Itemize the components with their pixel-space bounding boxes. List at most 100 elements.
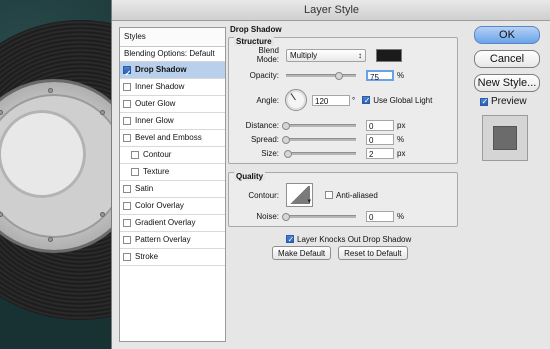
opacity-slider-thumb[interactable] bbox=[334, 71, 343, 80]
size-input[interactable]: 2 bbox=[366, 147, 394, 159]
hub-core bbox=[0, 110, 86, 198]
sidebar-item-checkbox[interactable] bbox=[123, 134, 131, 142]
layer-knocks-out-label: Layer Knocks Out Drop Shadow bbox=[297, 234, 412, 244]
sidebar-item-label: Color Overlay bbox=[135, 201, 184, 210]
hub-bolt bbox=[100, 110, 105, 115]
distance-slider[interactable] bbox=[282, 121, 356, 130]
blend-mode-value: Multiply bbox=[290, 50, 318, 60]
spread-slider[interactable] bbox=[282, 135, 356, 144]
use-global-light[interactable]: Use Global Light bbox=[362, 96, 432, 105]
sidebar-item-checkbox[interactable] bbox=[123, 185, 131, 193]
size-slider-thumb[interactable] bbox=[284, 149, 293, 158]
sidebar-item-label: Bevel and Emboss bbox=[135, 133, 202, 142]
sidebar-item-checkbox[interactable] bbox=[123, 219, 131, 227]
sidebar-item-checkbox[interactable] bbox=[123, 236, 131, 244]
structure-group: Structure Blend Mode: Multiply ↕ Opacity… bbox=[228, 37, 458, 164]
layer-style-dialog: Layer Style Styles Blending Options: Def… bbox=[111, 0, 550, 349]
window-titlebar[interactable]: Layer Style bbox=[112, 0, 550, 21]
sidebar-item-label: Drop Shadow bbox=[135, 65, 187, 74]
opacity-slider[interactable] bbox=[286, 71, 356, 80]
sidebar-item-stroke[interactable]: Stroke bbox=[120, 249, 225, 266]
spread-slider-thumb[interactable] bbox=[282, 135, 290, 144]
hub-bolt bbox=[48, 237, 53, 242]
opacity-input[interactable]: 75 bbox=[366, 69, 394, 82]
distance-slider-thumb[interactable] bbox=[282, 121, 290, 130]
sidebar-item-checkbox[interactable] bbox=[123, 202, 131, 210]
wheel-hub-image bbox=[0, 82, 112, 250]
sidebar-item-checkbox[interactable] bbox=[131, 151, 139, 159]
blend-mode-select[interactable]: Multiply ↕ bbox=[286, 48, 366, 62]
sidebar-item-inner-shadow[interactable]: Inner Shadow bbox=[120, 79, 225, 96]
sidebar-item-label: Satin bbox=[135, 184, 154, 193]
sidebar-item-checkbox[interactable] bbox=[123, 253, 131, 261]
anti-aliased-label: Anti-aliased bbox=[336, 190, 378, 200]
distance-unit: px bbox=[397, 120, 406, 130]
make-default-button[interactable]: Make Default bbox=[272, 246, 332, 260]
contour-label: Contour: bbox=[248, 190, 279, 200]
noise-input[interactable]: 0 bbox=[366, 210, 394, 222]
sidebar-item-checkbox[interactable] bbox=[123, 117, 131, 125]
sidebar-item-bevel-and-emboss[interactable]: Bevel and Emboss bbox=[120, 130, 225, 147]
sidebar-item-checkbox[interactable] bbox=[131, 168, 139, 176]
use-global-light-checkbox[interactable] bbox=[362, 96, 370, 105]
styles-header[interactable]: Styles bbox=[120, 28, 225, 47]
angle-input[interactable]: 120 bbox=[312, 94, 350, 106]
noise-slider[interactable] bbox=[282, 212, 356, 221]
angle-dial[interactable] bbox=[285, 89, 307, 111]
blend-mode-label: Blend Mode: bbox=[256, 46, 279, 64]
angle-dial-needle bbox=[290, 93, 296, 101]
preview-toggle[interactable]: Preview bbox=[480, 96, 527, 107]
sidebar-item-outer-glow[interactable]: Outer Glow bbox=[120, 96, 225, 113]
preview-square bbox=[494, 127, 516, 149]
sidebar-item-pattern-overlay[interactable]: Pattern Overlay bbox=[120, 232, 225, 249]
styles-sidebar: Styles Blending Options: Default Drop Sh… bbox=[119, 27, 226, 342]
sidebar-item-label: Stroke bbox=[135, 252, 159, 261]
sidebar-item-gradient-overlay[interactable]: Gradient Overlay bbox=[120, 215, 225, 232]
sidebar-item-drop-shadow[interactable]: Drop Shadow bbox=[120, 62, 225, 82]
contour-picker[interactable]: ▾ bbox=[286, 183, 313, 207]
noise-label: Noise: bbox=[256, 211, 279, 221]
ok-button[interactable]: OK bbox=[474, 26, 540, 44]
sidebar-items: Drop Shadow Inner Shadow Outer Glow Inner G… bbox=[120, 62, 225, 266]
shadow-color-swatch[interactable] bbox=[376, 48, 402, 62]
size-label: Size: bbox=[261, 148, 279, 158]
window-title: Layer Style bbox=[303, 4, 360, 16]
anti-aliased[interactable]: Anti-aliased bbox=[325, 191, 378, 200]
structure-title: Structure bbox=[234, 37, 274, 46]
distance-input[interactable]: 0 bbox=[366, 119, 394, 131]
layer-knocks-out[interactable]: Layer Knocks Out Drop Shadow bbox=[286, 233, 411, 245]
noise-unit: % bbox=[397, 211, 405, 221]
anti-aliased-checkbox[interactable] bbox=[325, 191, 333, 199]
size-unit: px bbox=[397, 148, 406, 158]
use-global-light-label: Use Global Light bbox=[373, 95, 433, 105]
sidebar-item-checkbox[interactable] bbox=[123, 66, 131, 82]
noise-slider-thumb[interactable] bbox=[282, 212, 290, 221]
sidebar-item-texture[interactable]: Texture bbox=[120, 164, 225, 181]
reset-default-button[interactable]: Reset to Default bbox=[338, 246, 408, 260]
hub-bolt bbox=[48, 88, 53, 93]
preview-label: Preview bbox=[491, 96, 527, 107]
distance-label: Distance: bbox=[245, 120, 279, 130]
sidebar-item-label: Pattern Overlay bbox=[135, 235, 191, 244]
sidebar-item-label: Contour bbox=[143, 150, 172, 159]
sidebar-item-checkbox[interactable] bbox=[123, 83, 131, 91]
contour-dropdown-icon: ▾ bbox=[307, 198, 311, 205]
sidebar-item-inner-glow[interactable]: Inner Glow bbox=[120, 113, 225, 130]
spread-label: Spread: bbox=[250, 134, 279, 144]
layer-knocks-out-checkbox[interactable] bbox=[286, 235, 294, 244]
cancel-button[interactable]: Cancel bbox=[474, 50, 540, 68]
new-style-button[interactable]: New Style... bbox=[474, 74, 540, 92]
opacity-unit: % bbox=[397, 70, 405, 80]
blending-options-item[interactable]: Blending Options: Default bbox=[120, 47, 225, 62]
size-slider[interactable] bbox=[284, 149, 356, 158]
angle-unit: ° bbox=[352, 95, 356, 105]
sidebar-item-checkbox[interactable] bbox=[123, 100, 131, 108]
sidebar-item-satin[interactable]: Satin bbox=[120, 181, 225, 198]
spread-unit: % bbox=[397, 134, 405, 144]
sidebar-item-color-overlay[interactable]: Color Overlay bbox=[120, 198, 225, 215]
sidebar-item-label: Outer Glow bbox=[135, 99, 176, 108]
sidebar-item-contour[interactable]: Contour bbox=[120, 147, 225, 164]
preview-checkbox[interactable] bbox=[480, 97, 488, 106]
spread-input[interactable]: 0 bbox=[366, 133, 394, 145]
sidebar-item-label: Texture bbox=[143, 167, 170, 176]
